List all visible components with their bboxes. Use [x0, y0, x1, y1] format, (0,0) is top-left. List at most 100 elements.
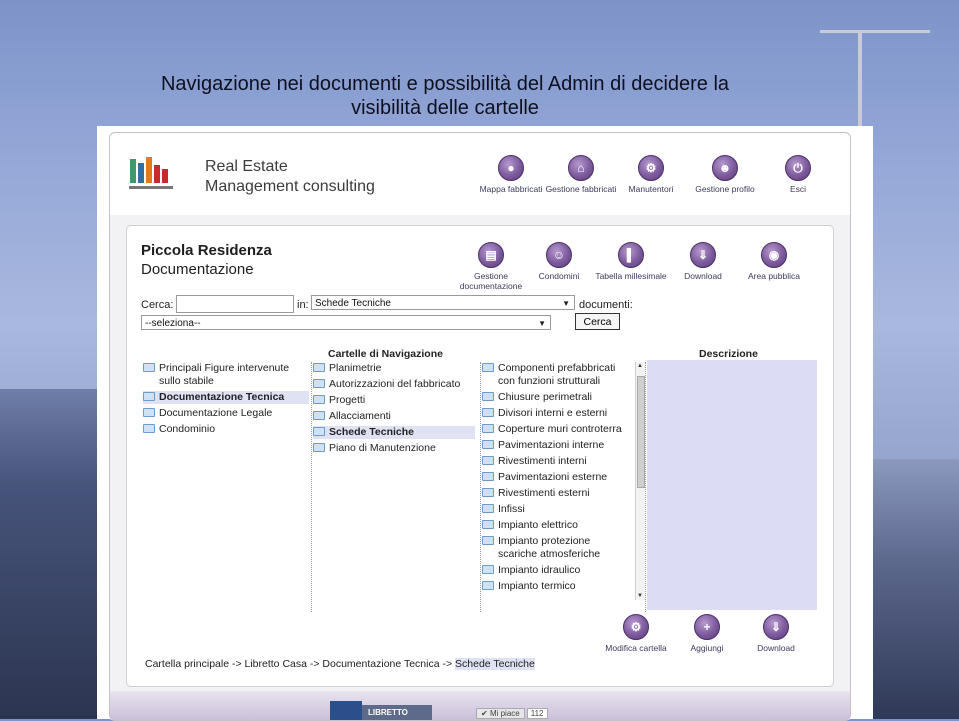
- folder-tree-level1: Principali Figure intervenute sullo stab…: [143, 362, 309, 439]
- nav-manutentori[interactable]: ⚙ Manutentori: [614, 155, 688, 194]
- folder-item[interactable]: Piano di Manutenzione: [313, 442, 475, 455]
- folder-icon: [482, 581, 494, 590]
- folder-icon: [482, 392, 494, 401]
- folder-icon: [482, 520, 494, 529]
- subnav-condomini[interactable]: ☺ Condomini: [521, 242, 597, 281]
- description-panel: [647, 360, 817, 610]
- folder-item[interactable]: Allacciamenti: [313, 410, 475, 423]
- folder-label: Impianto protezione scariche atmosferich…: [498, 535, 601, 560]
- folder-icon: [482, 456, 494, 465]
- folder-item[interactable]: Pavimentazioni interne: [482, 439, 632, 452]
- scroll-down-icon[interactable]: ▼: [637, 593, 643, 599]
- description-header: Descrizione: [699, 348, 758, 360]
- modifica-cartella-button[interactable]: ⚙ Modifica cartella: [601, 614, 671, 653]
- brand-name-line1: Real Estate: [205, 158, 288, 175]
- document-icon: ▤: [478, 242, 504, 268]
- nav-mappa-fabbricati[interactable]: ● Mappa fabbricati: [474, 155, 548, 194]
- folder-label: Coperture muri controterra: [498, 423, 622, 435]
- folder-icon: [482, 424, 494, 433]
- documenti-label: documenti:: [579, 299, 633, 311]
- filter-select[interactable]: --seleziona-- ▼: [141, 315, 551, 330]
- folder-icon: [482, 565, 494, 574]
- action-label: Download: [757, 643, 795, 653]
- folder-item[interactable]: Autorizzazioni del fabbricato: [313, 378, 475, 391]
- nav-esci[interactable]: ⏻ Esci: [761, 155, 835, 194]
- folder-item[interactable]: Principali Figure intervenute sullo stab…: [143, 362, 309, 388]
- folder-item[interactable]: Impianto elettrico: [482, 519, 632, 532]
- scope-select[interactable]: Schede Tecniche ▼: [311, 295, 575, 310]
- nav-gestione-profilo[interactable]: ☻ Gestione profilo: [688, 155, 762, 194]
- action-label: Modifica cartella: [605, 643, 667, 653]
- nav-gestione-fabbricati[interactable]: ⌂ Gestione fabbricati: [544, 155, 618, 194]
- folder-icon: [143, 408, 155, 417]
- folder-item[interactable]: Planimetrie: [313, 362, 475, 375]
- folder-item[interactable]: Componenti prefabbricati con funzioni st…: [482, 362, 632, 388]
- like-widget[interactable]: ✔ Mi piace 112: [476, 708, 548, 719]
- brand-name-line2: Management consulting: [205, 178, 375, 195]
- aggiungi-button[interactable]: + Aggiungi: [672, 614, 742, 653]
- search-input[interactable]: [176, 295, 294, 313]
- subnav-area-pubblica[interactable]: ◉ Area pubblica: [736, 242, 812, 281]
- cerca-button[interactable]: Cerca: [575, 313, 620, 330]
- breadcrumb-path[interactable]: Cartella principale -> Libretto Casa -> …: [145, 658, 455, 670]
- folder-item[interactable]: Divisori interni e esterni: [482, 407, 632, 420]
- user-profile-icon: ☻: [712, 155, 738, 181]
- in-label: in:: [297, 299, 309, 311]
- scope-select-value: Schede Tecniche: [315, 298, 391, 309]
- subnav-tabella-millesimale[interactable]: ▌ Tabella millesimale: [593, 242, 669, 281]
- footer-bar: LIBRETTO ✔ Mi piace 112: [110, 691, 850, 720]
- folder-label: Documentazione Tecnica: [159, 391, 285, 403]
- public-area-icon: ◉: [761, 242, 787, 268]
- page-title: Piccola Residenza: [141, 242, 272, 259]
- folder-item-selected[interactable]: Documentazione Tecnica: [143, 391, 309, 404]
- app-frame: Real Estate Management consulting ● Mapp…: [109, 132, 851, 721]
- folder-item[interactable]: Coperture muri controterra: [482, 423, 632, 436]
- libretto-badge[interactable]: LIBRETTO: [330, 701, 432, 720]
- nav-label: Mappa fabbricati: [479, 184, 543, 194]
- column-divider: [645, 362, 646, 612]
- folder-icon: [143, 363, 155, 372]
- folder-label: Autorizzazioni del fabbricato: [329, 378, 461, 390]
- slide-title: Navigazione nei documenti e possibilità …: [0, 72, 890, 120]
- slide-title-line1: Navigazione nei documenti e possibilità …: [160, 73, 730, 95]
- libretto-label: LIBRETTO: [368, 708, 408, 717]
- folder-item[interactable]: Condominio: [143, 423, 309, 436]
- folder-label: Impianto idraulico: [498, 564, 581, 576]
- folder-icon: [313, 427, 325, 436]
- like-label: Mi piace: [489, 709, 520, 718]
- subnav-gestione-documentazione[interactable]: ▤ Gestione documentazione: [453, 242, 529, 291]
- download-button[interactable]: ⇓ Download: [741, 614, 811, 653]
- folder-item[interactable]: Impianto protezione scariche atmosferich…: [482, 535, 632, 561]
- scroll-thumb[interactable]: [637, 376, 645, 488]
- folder-item[interactable]: Pavimentazioni esterne: [482, 471, 632, 484]
- nav-folders-header: Cartelle di Navigazione: [328, 348, 443, 360]
- folder-icon: [482, 408, 494, 417]
- location-pin-icon: ●: [498, 155, 524, 181]
- folder-icon: [143, 392, 155, 401]
- page-subtitle: Documentazione: [141, 261, 254, 278]
- folder-icon: [482, 536, 494, 545]
- folder-item[interactable]: Rivestimenti interni: [482, 455, 632, 468]
- scroll-up-icon[interactable]: ▲: [637, 363, 643, 369]
- folder-item[interactable]: Rivestimenti esterni: [482, 487, 632, 500]
- nav-label: Manutentori: [628, 184, 674, 194]
- subnav-label: Tabella millesimale: [595, 271, 667, 281]
- folder-item[interactable]: Documentazione Legale: [143, 407, 309, 420]
- folder-label: Planimetrie: [329, 362, 382, 374]
- subnav-download[interactable]: ⇓ Download: [665, 242, 741, 281]
- folder-item[interactable]: Progetti: [313, 394, 475, 407]
- folder-tree-level3[interactable]: Componenti prefabbricati con funzioni st…: [482, 362, 632, 600]
- folder-item[interactable]: Infissi: [482, 503, 632, 516]
- folder-label: Componenti prefabbricati con funzioni st…: [498, 362, 616, 387]
- app-screenshot: Real Estate Management consulting ● Mapp…: [97, 126, 873, 721]
- tools-icon: ⚙: [638, 155, 664, 181]
- folder-icon: [143, 424, 155, 433]
- folder-item[interactable]: Impianto idraulico: [482, 564, 632, 577]
- like-button[interactable]: ✔ Mi piace: [476, 708, 525, 719]
- folder-label: Rivestimenti interni: [498, 455, 587, 467]
- folder-label: Infissi: [498, 503, 525, 515]
- folder-list-scrollbar[interactable]: ▲ ▼: [635, 362, 645, 600]
- folder-item-selected[interactable]: Schede Tecniche: [313, 426, 475, 439]
- folder-item[interactable]: Impianto termico: [482, 580, 632, 593]
- folder-item[interactable]: Chiusure perimetrali: [482, 391, 632, 404]
